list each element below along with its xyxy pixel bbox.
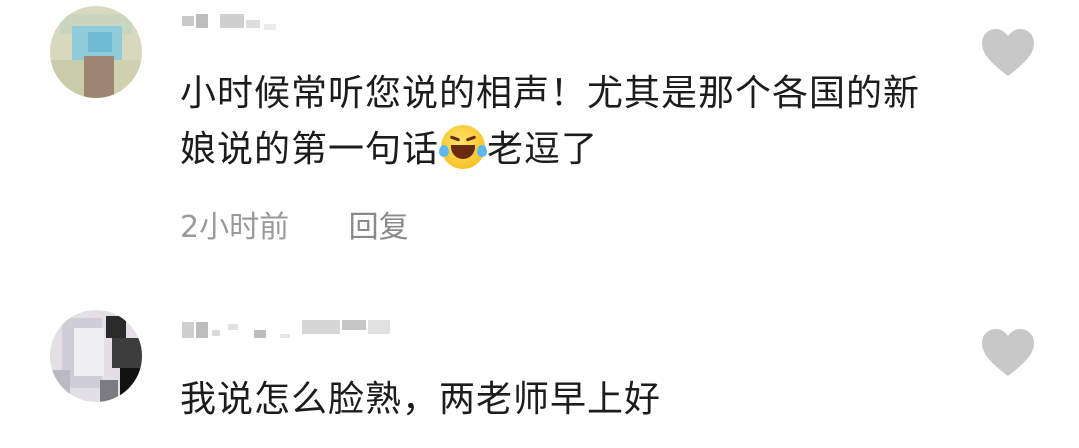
avatar[interactable]	[50, 310, 142, 402]
avatar[interactable]	[50, 6, 142, 98]
comment-meta: 2小时前 回复	[180, 208, 409, 248]
comment-text: 我说怎么脸熟，两老师早上好	[180, 379, 662, 420]
like-button[interactable]	[980, 28, 1036, 78]
timestamp: 2小时前	[180, 210, 290, 245]
username[interactable]	[182, 318, 412, 348]
comment-text-part: 老逗了	[487, 129, 599, 170]
reply-button[interactable]: 回复	[349, 208, 409, 248]
comment-item: 小时候常听您说的相声！尤其是那个各国的新娘说的第一句话 老逗了 2小时前 回复	[0, 0, 1079, 290]
heart-icon	[982, 329, 1034, 376]
comment-item: 我说怎么脸熟，两老师早上好	[0, 290, 1079, 448]
username[interactable]	[182, 10, 292, 40]
heart-icon	[982, 29, 1034, 76]
like-button[interactable]	[980, 328, 1036, 378]
comment-text: 小时候常听您说的相声！尤其是那个各国的新娘说的第一句话 老逗了	[180, 66, 940, 178]
laughing-crying-face-icon	[439, 125, 488, 169]
